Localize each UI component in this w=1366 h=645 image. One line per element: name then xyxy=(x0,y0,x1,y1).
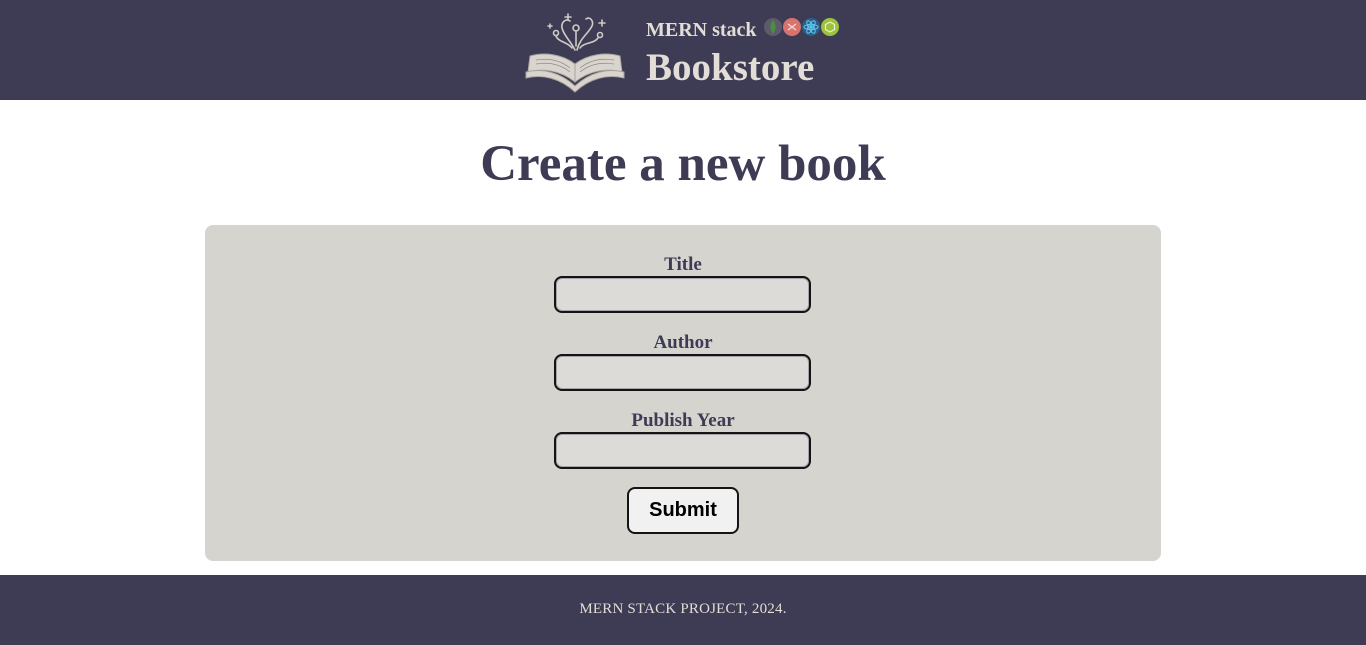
author-input[interactable] xyxy=(554,354,811,391)
submit-button[interactable]: Submit xyxy=(627,487,739,534)
publish-year-input[interactable] xyxy=(554,432,811,469)
brand-title: Bookstore xyxy=(646,46,815,89)
react-icon xyxy=(802,18,820,36)
page-title: Create a new book xyxy=(480,136,886,192)
tech-stack-icons xyxy=(764,18,839,36)
author-label: Author xyxy=(653,332,713,353)
site-header: MERN stack Bookstore xyxy=(0,0,1366,100)
brand-subtitle: MERN stack xyxy=(646,19,757,41)
express-icon xyxy=(783,18,801,36)
nodejs-icon xyxy=(821,18,839,36)
title-input[interactable] xyxy=(554,276,811,313)
title-label: Title xyxy=(664,254,702,275)
open-book-icon xyxy=(525,13,625,93)
publish-year-label: Publish Year xyxy=(631,410,735,431)
create-book-form: Title Author Publish Year Submit xyxy=(205,225,1161,561)
site-footer: MERN STACK PROJECT, 2024. xyxy=(0,575,1366,645)
footer-text: MERN STACK PROJECT, 2024. xyxy=(579,601,787,617)
mongodb-icon xyxy=(764,18,782,36)
